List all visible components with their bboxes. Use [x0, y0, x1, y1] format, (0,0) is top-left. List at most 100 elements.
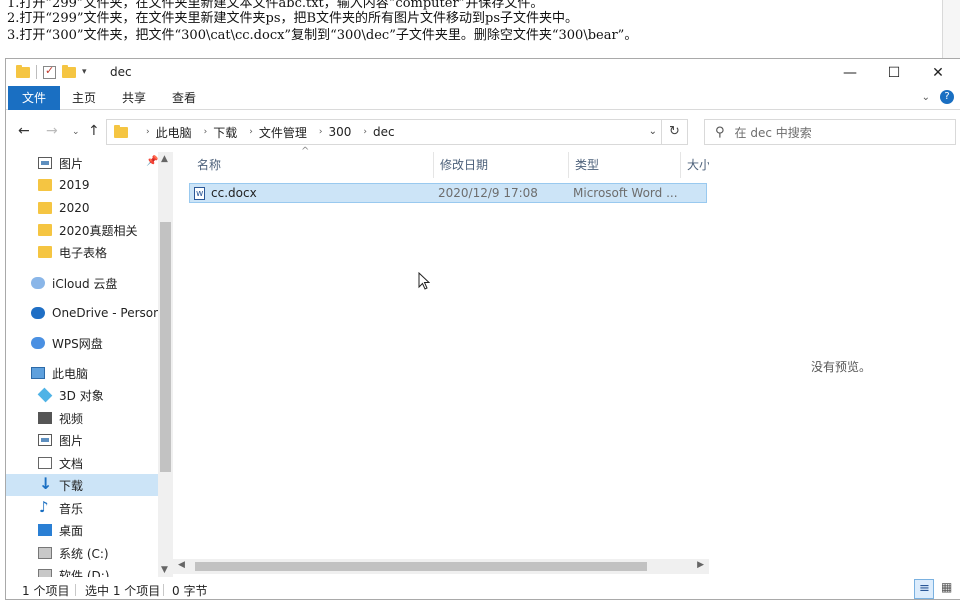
navigation-bar: ← → ⌄ ↑ › 此电脑 › 下载 › 文件管理 › 300 › dec ⌄ ↻ ⚲ …	[6, 117, 960, 147]
icloud-icon	[31, 277, 45, 289]
minimize-button[interactable]: —	[828, 59, 872, 86]
help-icon[interactable]: ?	[940, 90, 954, 104]
status-divider	[163, 584, 164, 596]
no-preview-message: 没有预览。	[811, 360, 872, 374]
mouse-cursor-icon	[418, 272, 430, 290]
sidebar-item-icloud[interactable]: iCloud 云盘	[6, 272, 158, 294]
sidebar-item-desktop[interactable]: 桌面	[6, 519, 158, 541]
tab-view[interactable]: 查看	[166, 86, 202, 110]
sidebar-item-videos[interactable]: 视频	[6, 407, 158, 429]
toolbar-divider	[36, 65, 37, 79]
properties-icon[interactable]	[43, 64, 56, 79]
breadcrumb-item-300[interactable]: 300 ›	[328, 125, 367, 139]
onedrive-icon	[31, 307, 45, 319]
folder-icon	[38, 202, 52, 214]
sidebar-item-this-pc[interactable]: 此电脑	[6, 362, 158, 384]
3d-objects-icon	[37, 387, 53, 403]
file-name-cell: cc.docx	[194, 184, 257, 203]
tab-share[interactable]: 共享	[116, 86, 152, 110]
address-dropdown-icon[interactable]: ⌄	[649, 126, 657, 137]
large-icons-view-icon[interactable]	[936, 579, 956, 599]
sidebar-item-3d-objects[interactable]: 3D 对象	[6, 384, 158, 406]
word-doc-icon	[194, 185, 205, 203]
sidebar-item-downloads[interactable]: 下载	[6, 474, 158, 496]
search-box[interactable]: ⚲ 在 dec 中搜索	[704, 119, 956, 145]
file-type-cell: Microsoft Word ...	[573, 186, 678, 200]
scroll-up-icon[interactable]: ▲	[161, 154, 168, 164]
preview-pane: 没有预览。	[709, 152, 960, 577]
ribbon-tabs: 文件 主页 共享 查看 ⌄ ?	[6, 86, 960, 110]
sidebar-item-wps-cloud[interactable]: WPS网盘	[6, 332, 158, 354]
sidebar-item-2020[interactable]: 2020	[6, 197, 158, 219]
column-header-name[interactable]: 名称	[191, 152, 434, 178]
breadcrumb-item-downloads[interactable]: 下载 ›	[213, 124, 253, 141]
details-view-icon[interactable]	[914, 579, 934, 599]
window-title: dec	[110, 65, 132, 79]
sidebar-item-spreadsheets[interactable]: 电子表格	[6, 241, 158, 263]
sidebar-item-music[interactable]: 音乐	[6, 497, 158, 519]
refresh-icon[interactable]: ↻	[661, 120, 687, 144]
recent-locations-icon[interactable]: ⌄	[72, 127, 80, 137]
file-modified-cell: 2020/12/9 17:08	[438, 186, 538, 200]
scrollbar-thumb[interactable]	[195, 562, 647, 571]
selection-count: 选中 1 个项目	[85, 584, 161, 598]
scroll-right-icon[interactable]: ▶	[697, 560, 704, 570]
chevron-down-icon[interactable]: ⌄	[922, 92, 930, 103]
tab-file[interactable]: 文件	[8, 86, 60, 110]
status-bar: 1 个项目 选中 1 个项目 0 字节	[6, 579, 960, 600]
search-placeholder: 在 dec 中搜索	[734, 125, 812, 140]
close-button[interactable]: ✕	[916, 59, 960, 86]
pin-icon[interactable]: 📌	[146, 156, 158, 167]
document-scrollbar[interactable]	[942, 0, 960, 64]
sidebar-item-pictures-pinned[interactable]: 图片	[6, 152, 158, 174]
pictures-icon	[38, 157, 52, 169]
maximize-button[interactable]: ☐	[872, 59, 916, 86]
sidebar-item-drive-c[interactable]: 系统 (C:)	[6, 542, 158, 564]
breadcrumb-item-this-pc[interactable]: 此电脑 ›	[156, 124, 208, 141]
sidebar-item-2020-exams[interactable]: 2020真题相关	[6, 219, 158, 241]
video-icon	[38, 412, 52, 424]
forward-arrow-icon[interactable]: →	[46, 123, 58, 139]
pictures-icon	[38, 434, 52, 446]
music-icon	[38, 498, 52, 516]
sidebar-item-2019[interactable]: 2019	[6, 174, 158, 196]
sidebar-item-pictures[interactable]: 图片	[6, 429, 158, 451]
wps-cloud-icon	[31, 337, 45, 349]
folder-icon	[38, 246, 52, 258]
new-folder-icon[interactable]	[62, 64, 76, 78]
scroll-down-icon[interactable]: ▼	[161, 565, 168, 575]
column-header-date[interactable]: 修改日期	[434, 152, 569, 178]
column-header-type[interactable]: 类型	[569, 152, 681, 178]
tab-home[interactable]: 主页	[66, 86, 102, 110]
title-bar: ▾ dec — ☐ ✕	[6, 59, 960, 86]
breadcrumb-item-file-management[interactable]: 文件管理 ›	[259, 124, 323, 141]
sidebar-scrollbar[interactable]: ▲ ▼	[158, 152, 173, 577]
folder-icon	[16, 64, 30, 78]
file-list: ^ 名称 修改日期 类型 大小 cc.docx 2020/12/9 17:08 …	[173, 146, 711, 577]
chevron-right-icon: ›	[318, 127, 323, 137]
background-document: 1.打开“299”文件夹，在文件夹里新建文本文件abc.txt，输入内容“com…	[0, 0, 960, 64]
documents-icon	[38, 457, 52, 469]
drive-icon	[38, 569, 52, 577]
scroll-left-icon[interactable]: ◀	[178, 560, 185, 570]
address-bar[interactable]: › 此电脑 › 下载 › 文件管理 › 300 › dec ⌄ ↻	[106, 119, 688, 145]
item-count: 1 个项目	[22, 584, 70, 598]
horizontal-scrollbar[interactable]: ◀ ▶	[173, 559, 709, 574]
breadcrumb-item-dec[interactable]: dec	[373, 125, 395, 139]
instruction-line-3: 3.打开“300”文件夹，把文件“300\cat\cc.docx”复制到“300…	[7, 28, 638, 43]
sidebar-item-onedrive[interactable]: OneDrive - Persona	[6, 302, 158, 324]
sidebar-item-documents[interactable]: 文档	[6, 452, 158, 474]
breadcrumb-sep[interactable]: ›	[134, 127, 150, 137]
download-icon	[38, 474, 52, 493]
window-controls: — ☐ ✕	[828, 59, 960, 86]
up-arrow-icon[interactable]: ↑	[88, 123, 100, 139]
selection-size: 0 字节	[172, 584, 208, 598]
scrollbar-thumb[interactable]	[160, 222, 171, 472]
search-icon: ⚲	[715, 124, 725, 140]
customize-toolbar-icon[interactable]: ▾	[82, 67, 87, 77]
file-row-cc-docx[interactable]: cc.docx 2020/12/9 17:08 Microsoft Word .…	[189, 183, 707, 203]
chevron-right-icon: ›	[363, 127, 367, 137]
sidebar-item-drive-d[interactable]: 软件 (D:)	[6, 564, 158, 577]
back-arrow-icon[interactable]: ←	[18, 123, 30, 139]
view-switcher	[914, 579, 956, 599]
